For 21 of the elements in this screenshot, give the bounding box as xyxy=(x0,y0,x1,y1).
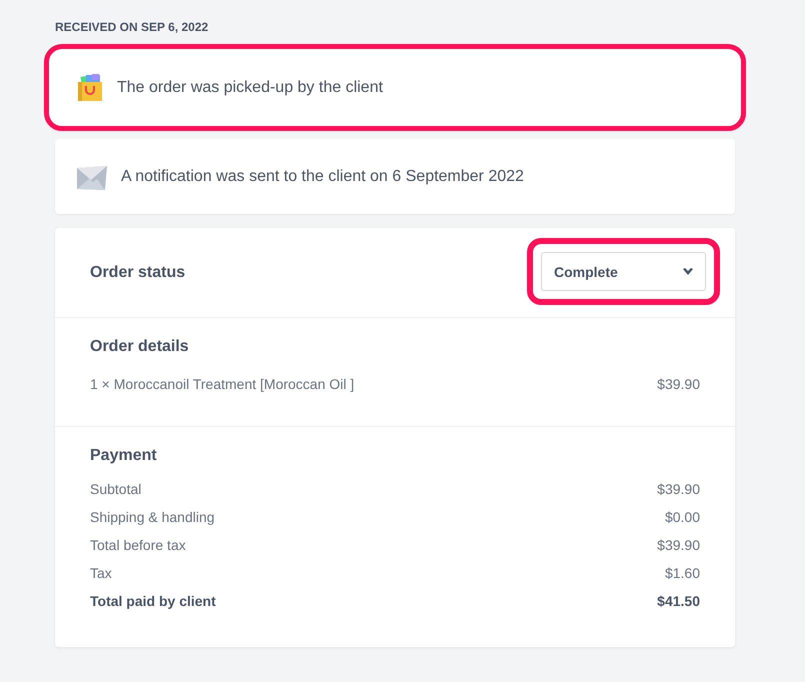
payment-amount: $39.90 xyxy=(657,537,700,553)
payment-title: Payment xyxy=(90,447,158,465)
event-text: A notification was sent to the client on 6 September 2022 xyxy=(121,168,524,186)
payment-amount: $1.60 xyxy=(664,565,700,581)
status-dropdown[interactable]: Complete xyxy=(541,252,706,291)
shopping-bag-icon xyxy=(75,72,105,102)
item-label: 1 × Moroccanoil Treatment [Moroccan Oil ] xyxy=(90,376,354,392)
payment-label: Tax xyxy=(90,565,112,581)
chevron-down-icon xyxy=(683,268,693,276)
received-heading: RECEIVED ON SEP 6, 2022 xyxy=(55,20,208,34)
payment-label: Shipping & handling xyxy=(90,509,215,525)
event-text: The order was picked-up by the client xyxy=(117,78,383,96)
item-amount: $39.90 xyxy=(657,376,700,392)
payment-amount: $0.00 xyxy=(664,509,700,525)
order-status-label: Order status xyxy=(90,264,186,282)
order-details-title: Order details xyxy=(90,338,190,356)
payment-amount: $39.90 xyxy=(657,481,700,497)
payment-amount: $41.50 xyxy=(657,593,700,609)
payment-label: Subtotal xyxy=(90,481,142,497)
payment-label: Total before tax xyxy=(90,537,186,553)
payment-label: Total paid by client xyxy=(90,593,216,609)
